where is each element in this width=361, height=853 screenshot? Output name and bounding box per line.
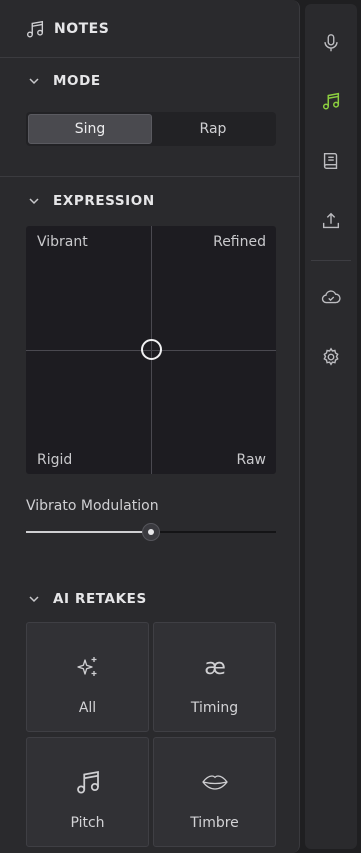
microphone-icon[interactable] [320, 32, 342, 54]
panel-title: NOTES [54, 20, 110, 37]
pad-knob[interactable] [141, 339, 162, 360]
panel-header: NOTES [0, 0, 299, 58]
music-notes-icon [26, 20, 44, 37]
book-icon[interactable] [320, 150, 342, 172]
gear-icon[interactable] [320, 346, 342, 368]
expression-heading: EXPRESSION [53, 193, 155, 209]
ai-retakes-section-toggle[interactable]: AI RETAKES [0, 589, 300, 609]
rail-divider [311, 260, 351, 261]
svg-text:æ: æ [204, 655, 226, 680]
corner-label-rigid: Rigid [37, 452, 73, 468]
mode-sing-button[interactable]: Sing [28, 114, 152, 144]
chevron-down-icon [29, 198, 39, 205]
lips-icon [201, 775, 228, 790]
mode-segmented-control: Sing Rap [26, 112, 276, 146]
ae-ligature-icon: æ [204, 655, 226, 680]
mode-rap-button[interactable]: Rap [152, 114, 274, 144]
divider [0, 176, 300, 177]
corner-label-raw: Raw [236, 452, 266, 468]
expression-section-toggle[interactable]: EXPRESSION [0, 191, 300, 211]
vibrato-slider[interactable] [26, 522, 276, 542]
ai-retakes-grid: All æ Timing Pitch Timbre [26, 622, 276, 847]
retake-timbre-label: Timbre [190, 815, 239, 831]
retake-pitch-label: Pitch [70, 815, 105, 831]
slider-thumb[interactable] [142, 523, 160, 541]
vibrato-label: Vibrato Modulation [26, 498, 159, 514]
sparkles-icon [76, 657, 96, 676]
corner-label-refined: Refined [213, 234, 266, 250]
slider-fill [26, 531, 151, 533]
chevron-down-icon [29, 78, 39, 85]
expression-xy-pad[interactable]: Vibrant Refined Rigid Raw [26, 226, 276, 474]
chevron-down-icon [29, 596, 39, 603]
music-note-icon[interactable] [320, 90, 342, 112]
cloud-icon[interactable] [320, 286, 342, 308]
retake-all-label: All [78, 700, 97, 716]
retake-pitch-button[interactable]: Pitch [26, 737, 149, 847]
mode-section: MODE [0, 71, 300, 91]
upload-icon[interactable] [320, 210, 342, 232]
mode-section-toggle[interactable]: MODE [0, 71, 300, 91]
notes-panel: NOTES MODE Sing Rap EXPRESSION Vibrant R… [0, 0, 300, 853]
corner-label-vibrant: Vibrant [37, 234, 88, 250]
ai-retakes-heading: AI RETAKES [53, 591, 147, 607]
retake-all-button[interactable]: All [26, 622, 149, 732]
expression-section: EXPRESSION [0, 191, 300, 211]
retake-timbre-button[interactable]: Timbre [153, 737, 276, 847]
retake-timing-label: Timing [190, 700, 239, 716]
ai-retakes-section: AI RETAKES [0, 589, 300, 609]
music-notes-icon [76, 770, 99, 794]
right-tool-rail [305, 4, 357, 849]
mode-heading: MODE [53, 73, 101, 89]
retake-timing-button[interactable]: æ Timing [153, 622, 276, 732]
